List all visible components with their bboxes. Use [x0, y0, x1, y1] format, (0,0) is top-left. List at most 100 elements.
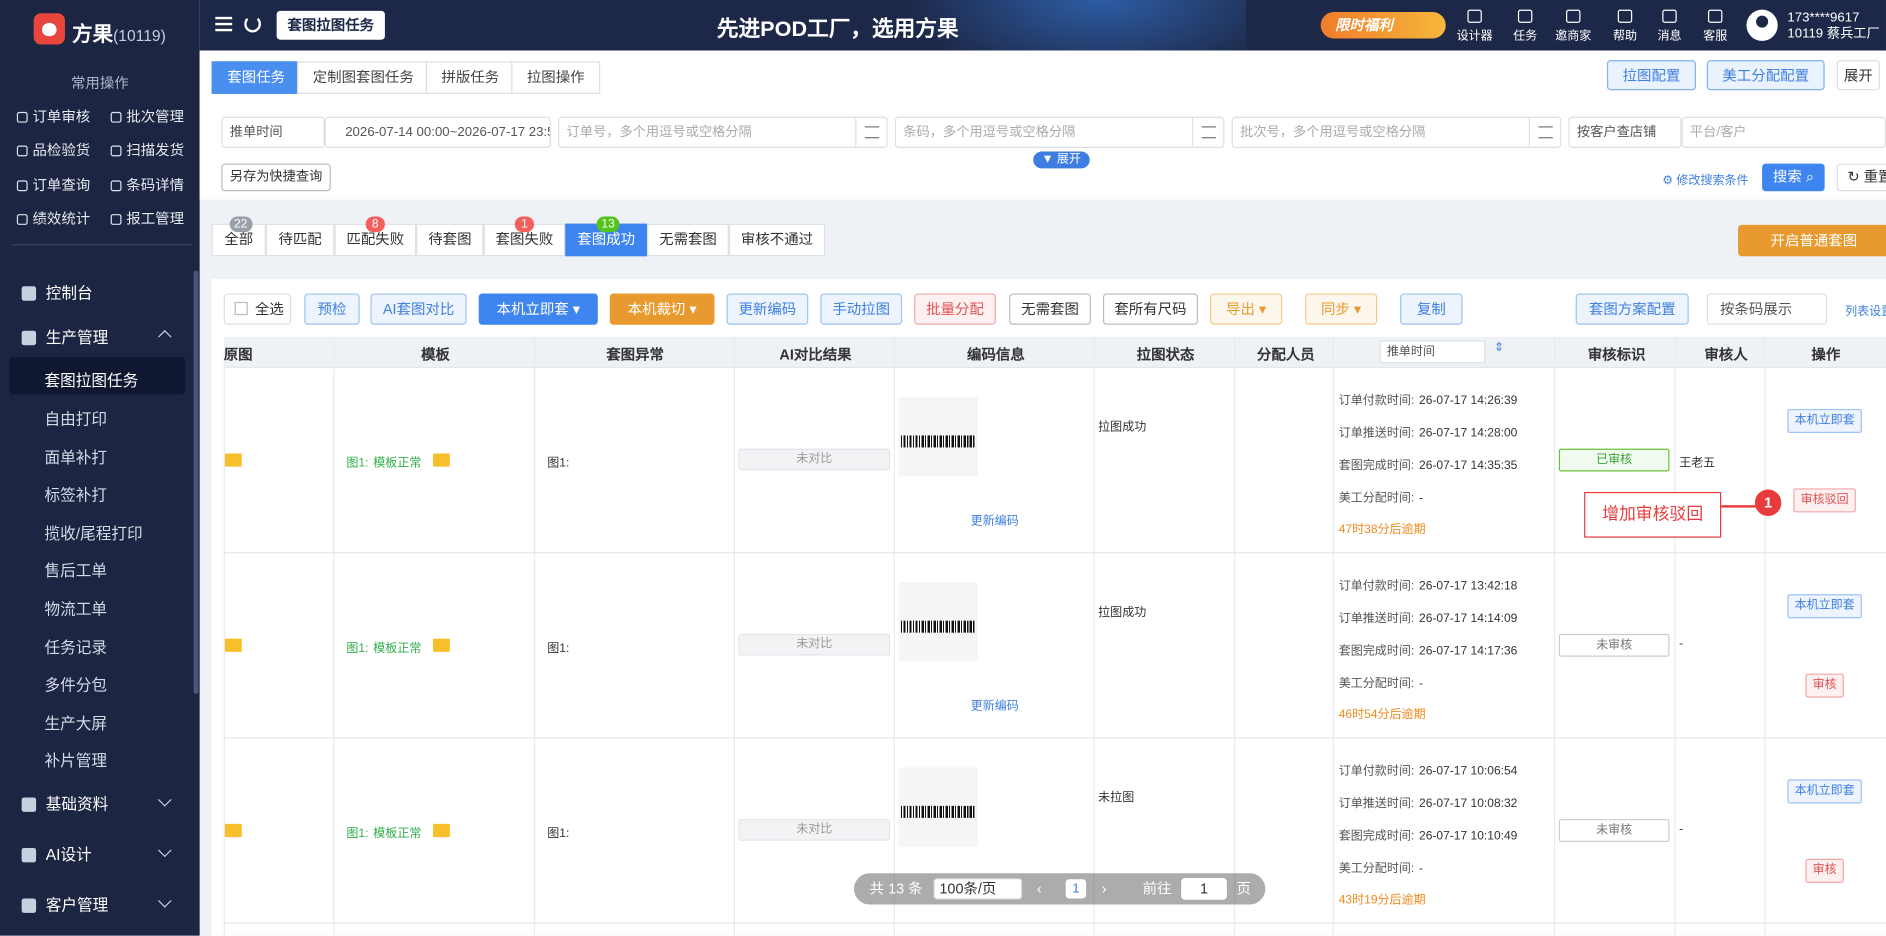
menu-dashboard[interactable]: 控制台 [21, 280, 93, 303]
tab-custom-mockup[interactable]: 定制图套图任务 [297, 61, 430, 94]
barcode-image[interactable] [898, 396, 978, 477]
current-page-tag[interactable]: 套图拉图任务 [276, 10, 385, 40]
expand-dropdown[interactable]: 展开 [1836, 60, 1880, 91]
menu-production[interactable]: 生产管理 [21, 325, 109, 348]
toolbar-button-2[interactable]: 本机立即套 ▾ [478, 293, 598, 325]
toolbar-button-1[interactable]: AI套图对比 [370, 293, 467, 325]
local-mockup-button[interactable]: 本机立即套 [1787, 408, 1862, 434]
display-by-select[interactable]: 按条码展示 [1706, 293, 1828, 325]
quick-item-order-query[interactable]: 订单查询 [16, 174, 90, 194]
support-button[interactable]: 客服 [1695, 9, 1736, 43]
batch-no-input[interactable]: 批次号，多个用逗号或空格分隔 [1231, 116, 1562, 148]
quick-item-barcode-detail[interactable]: 条码详情 [110, 174, 184, 194]
select-all-checkbox[interactable]: 全选 [223, 293, 292, 325]
folder-icon[interactable] [224, 638, 242, 652]
sidebar-item-free-print[interactable]: 自由打印 [45, 407, 108, 430]
sidebar-item-big-screen[interactable]: 生产大屏 [45, 711, 108, 734]
sidebar-item-mockup-task[interactable]: 套图拉图任务 [45, 368, 139, 391]
quick-item-performance[interactable]: 绩效统计 [16, 208, 90, 228]
goto-page-input[interactable]: 1 [1181, 878, 1227, 900]
sidebar-item-multi-package[interactable]: 多件分包 [45, 672, 108, 695]
quick-item-work-report[interactable]: 报工管理 [110, 208, 184, 228]
menu-ai-design[interactable]: AI设计 [21, 842, 92, 865]
quick-item-batch-manage[interactable]: 批次管理 [110, 106, 184, 126]
audit-button[interactable]: 审核 [1805, 858, 1844, 883]
status-tab-6[interactable]: 无需套图 [647, 223, 729, 257]
page-1[interactable]: 1 [1065, 879, 1087, 899]
user-avatar[interactable] [1746, 9, 1778, 41]
menu-base-data[interactable]: 基础资料 [21, 791, 109, 814]
list-icon[interactable] [855, 117, 886, 147]
status-tab-3[interactable]: 待套图 [416, 223, 484, 257]
user-info[interactable]: 173****9617 10119 蔡兵工厂 [1787, 11, 1879, 42]
toolbar-button-8[interactable]: 套所有尺码 [1102, 293, 1198, 325]
open-normal-mockup-button[interactable]: 开启普通套图 [1738, 224, 1886, 257]
status-tab-7[interactable]: 审核不通过 [728, 223, 826, 257]
sidebar-item-task-log[interactable]: 任务记录 [45, 635, 108, 658]
next-page-icon[interactable]: › [1102, 873, 1107, 904]
list-icon[interactable] [1528, 117, 1560, 147]
search-button[interactable]: 搜索 ⌕ [1762, 163, 1825, 192]
tab-pull-ops[interactable]: 拉图操作 [511, 61, 601, 94]
menu-customer[interactable]: 客户管理 [21, 892, 109, 915]
sidebar-scrollbar[interactable] [193, 270, 199, 695]
designer-button[interactable]: 设计器 [1454, 9, 1495, 43]
store-select[interactable]: 按客户查店铺 [1568, 116, 1682, 148]
toolbar-button-3[interactable]: 本机裁切 ▾ [609, 293, 715, 325]
modify-search-link[interactable]: ⚙ 修改搜索条件 [1662, 170, 1748, 187]
menu-toggle-icon[interactable] [215, 16, 233, 32]
prev-page-icon[interactable]: ‹ [1037, 873, 1042, 904]
barcode-image[interactable] [898, 767, 978, 847]
tab-imposition[interactable]: 拼版任务 [425, 61, 515, 94]
toolbar-button-11[interactable]: 复制 [1400, 293, 1463, 325]
tab-mockup[interactable]: 套图任务 [211, 61, 301, 94]
quick-item-qc[interactable]: 品检验货 [16, 140, 90, 160]
refresh-icon[interactable] [244, 15, 262, 33]
help-button[interactable]: 帮助 [1605, 9, 1646, 43]
page-size-select[interactable]: 100条/页 [933, 878, 1023, 900]
platform-customer-input[interactable]: 平台/客户 [1681, 116, 1886, 148]
pull-config-button[interactable]: 拉图配置 [1606, 60, 1696, 91]
sidebar-item-aftersale[interactable]: 售后工单 [45, 558, 108, 581]
folder-icon[interactable] [433, 453, 450, 467]
reset-button[interactable]: ↻ 重置 [1836, 163, 1886, 192]
order-no-input[interactable]: 订单号，多个用逗号或空格分隔 [558, 116, 888, 148]
folder-icon[interactable] [433, 638, 450, 652]
sidebar-item-patch[interactable]: 补片管理 [45, 748, 108, 771]
audit-reject-button[interactable]: 审核驳回 [1793, 488, 1856, 513]
update-code-link[interactable]: 更新编码 [971, 695, 1019, 713]
tasks-button[interactable]: 任务 [1505, 9, 1546, 43]
quick-item-order-audit[interactable]: 订单审核 [16, 106, 90, 126]
sidebar-item-logistics[interactable]: 物流工单 [45, 597, 108, 620]
sort-icon[interactable]: ⇕ [1494, 342, 1504, 355]
folder-icon[interactable] [224, 823, 242, 838]
toolbar-button-0[interactable]: 预检 [304, 293, 360, 325]
quick-item-scan-ship[interactable]: 扫描发货 [110, 140, 184, 160]
invite-button[interactable]: 邀商家 [1553, 9, 1594, 43]
push-time-sort-select[interactable]: 推单时间 [1379, 340, 1486, 364]
folder-icon[interactable] [433, 823, 450, 838]
list-settings-link[interactable]: 列表设置 [1845, 301, 1886, 319]
toolbar-button-6[interactable]: 批量分配 [914, 293, 996, 325]
local-mockup-button[interactable]: 本机立即套 [1787, 779, 1862, 804]
local-mockup-button[interactable]: 本机立即套 [1787, 594, 1862, 619]
save-quick-query-button[interactable]: 另存为快捷查询 [221, 163, 331, 192]
messages-button[interactable]: 消息 [1649, 9, 1690, 43]
barcode-image[interactable] [898, 582, 978, 662]
toolbar-button-7[interactable]: 无需套图 [1009, 293, 1091, 325]
toolbar-button-10[interactable]: 同步 ▾ [1305, 293, 1378, 325]
sidebar-item-label-reprint[interactable]: 标签补打 [45, 482, 108, 505]
barcode-input[interactable]: 条码，多个用逗号或空格分隔 [894, 116, 1225, 148]
artist-config-button[interactable]: 美工分配配置 [1706, 60, 1825, 91]
sidebar-item-waybill-reprint[interactable]: 面单补打 [45, 445, 108, 468]
toolbar-button-5[interactable]: 手动拉图 [820, 293, 903, 325]
plan-config-button[interactable]: 套图方案配置 [1575, 293, 1689, 325]
time-type-select[interactable]: 推单时间 [221, 116, 325, 148]
audit-button[interactable]: 审核 [1805, 673, 1844, 698]
status-tab-1[interactable]: 待匹配 [265, 223, 335, 257]
toolbar-button-4[interactable]: 更新编码 [726, 293, 809, 325]
promo-banner[interactable]: 限时福利 [1320, 12, 1446, 39]
list-icon[interactable] [1191, 117, 1223, 147]
expand-filters-toggle[interactable]: ▼ 展开 [1033, 151, 1090, 169]
folder-icon[interactable] [224, 453, 242, 467]
